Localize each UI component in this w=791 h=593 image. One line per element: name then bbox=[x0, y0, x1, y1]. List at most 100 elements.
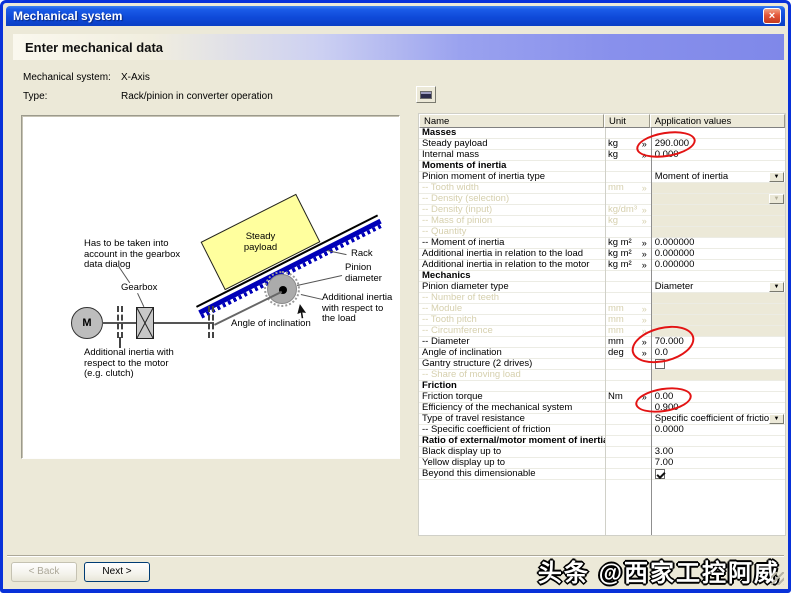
table-row: Pinion diameter typeDiameter▼ bbox=[419, 282, 785, 293]
row-unit bbox=[605, 194, 651, 204]
unit-select-button[interactable]: » bbox=[642, 348, 647, 358]
row-name: -- Quantity bbox=[419, 227, 605, 237]
value-field[interactable]: 0.000000 bbox=[655, 238, 695, 248]
column-header-application-values[interactable]: Application values bbox=[650, 114, 785, 128]
dropdown-field[interactable]: Specific coefficient of friction bbox=[655, 414, 775, 424]
dropdown-arrow-icon[interactable]: ▼ bbox=[769, 172, 784, 182]
row-value-cell: 0.900 bbox=[651, 403, 785, 413]
row-value-cell: Moment of inertia ▼ bbox=[651, 172, 785, 182]
row-unit bbox=[605, 293, 651, 303]
dropdown-field[interactable]: Moment of inertia bbox=[655, 172, 728, 182]
row-value-cell bbox=[651, 216, 785, 226]
row-value-cell bbox=[651, 469, 785, 479]
unit-text: kg m² bbox=[608, 260, 632, 270]
motor-letter: M bbox=[82, 317, 91, 329]
row-name: Ratio of external/motor moment of inerti… bbox=[419, 436, 605, 446]
value-field[interactable]: 0.000000 bbox=[655, 249, 695, 259]
row-unit bbox=[605, 447, 651, 457]
value-field[interactable]: 7.00 bbox=[655, 458, 674, 468]
value-field[interactable]: 0.0 bbox=[655, 348, 668, 358]
title-bar[interactable]: Mechanical system × bbox=[6, 6, 785, 26]
row-unit bbox=[605, 271, 651, 281]
unit-text: kg m² bbox=[608, 249, 632, 259]
row-name: Masses bbox=[419, 128, 605, 138]
screen-icon-button[interactable] bbox=[416, 86, 436, 103]
table-row: Pinion moment of inertia type Moment of i… bbox=[419, 172, 785, 183]
column-header-unit[interactable]: Unit bbox=[604, 114, 650, 128]
checkbox[interactable] bbox=[655, 359, 665, 369]
dropdown-arrow-icon[interactable]: ▼ bbox=[769, 282, 784, 292]
unit-select-button[interactable]: » bbox=[642, 249, 647, 259]
close-button[interactable]: × bbox=[763, 8, 781, 24]
unit-text: mm bbox=[608, 337, 624, 347]
row-unit bbox=[605, 469, 651, 479]
next-button[interactable]: Next > bbox=[84, 562, 150, 582]
table-row: Black display up to3.00 bbox=[419, 447, 785, 458]
table-row: Masses bbox=[419, 128, 785, 139]
table-row: Additional inertia in relation to the lo… bbox=[419, 249, 785, 260]
row-unit bbox=[605, 403, 651, 413]
value-field[interactable]: 0.000000 bbox=[655, 260, 695, 270]
coupling-motor-icon bbox=[117, 306, 123, 338]
table-row: Yellow display up to7.00 bbox=[419, 458, 785, 469]
value-field[interactable]: 70.000 bbox=[655, 337, 684, 347]
unit-select-button[interactable]: » bbox=[642, 260, 647, 270]
unit-select-button[interactable]: » bbox=[642, 238, 647, 248]
table-row: Additional inertia in relation to the mo… bbox=[419, 260, 785, 271]
leader-line bbox=[301, 294, 323, 300]
table-row: Mechanics bbox=[419, 271, 785, 282]
column-header-name[interactable]: Name bbox=[419, 114, 604, 128]
table-row: Type of travel resistanceSpecific coeffi… bbox=[419, 414, 785, 425]
row-name: Pinion moment of inertia type bbox=[419, 172, 605, 182]
value-field[interactable]: 290.000 bbox=[655, 139, 689, 149]
row-value-cell: 0.000 bbox=[651, 150, 785, 160]
row-value-cell: ▼ bbox=[651, 194, 785, 204]
value-field[interactable]: 0.00 bbox=[655, 392, 674, 402]
row-value-cell: 0.0000 bbox=[651, 425, 785, 435]
unit-select-button[interactable]: » bbox=[642, 392, 647, 402]
value-field[interactable]: 0.900 bbox=[655, 403, 679, 413]
mechanical-system-label: Mechanical system: bbox=[23, 72, 111, 83]
unit-select-button[interactable]: » bbox=[642, 139, 647, 149]
table-row: Gantry structure (2 drives) bbox=[419, 359, 785, 370]
row-unit: deg» bbox=[605, 348, 651, 358]
row-value-cell bbox=[651, 271, 785, 281]
row-unit bbox=[605, 425, 651, 435]
type-label: Type: bbox=[23, 91, 47, 102]
unit-select-button[interactable]: » bbox=[642, 150, 647, 160]
dropdown-arrow-icon[interactable]: ▼ bbox=[769, 414, 784, 424]
row-value-cell bbox=[651, 128, 785, 138]
value-field[interactable]: 0.0000 bbox=[655, 425, 684, 435]
table-row: -- Mass of pinionkg» bbox=[419, 216, 785, 227]
table-row: Steady payloadkg»290.000 bbox=[419, 139, 785, 150]
row-unit: mm» bbox=[605, 315, 651, 325]
unit-select-button[interactable]: » bbox=[642, 337, 647, 347]
dialog-window: Mechanical system × Enter mechanical dat… bbox=[0, 0, 791, 593]
row-value-cell: 7.00 bbox=[651, 458, 785, 468]
row-unit: mm» bbox=[605, 326, 651, 336]
dropdown-field[interactable]: Diameter bbox=[655, 282, 694, 292]
row-unit: kg m²» bbox=[605, 238, 651, 248]
unit-select-button: » bbox=[642, 183, 647, 193]
table-row: -- Modulemm» bbox=[419, 304, 785, 315]
row-value-cell bbox=[651, 381, 785, 391]
table-row: Ratio of external/motor moment of inerti… bbox=[419, 436, 785, 447]
row-unit: kg m² » bbox=[605, 249, 651, 259]
checkbox[interactable] bbox=[655, 469, 665, 479]
coupling-load-icon bbox=[208, 306, 214, 338]
table-row: -- Moment of inertiakg m²»0.000000 bbox=[419, 238, 785, 249]
row-name: -- Specific coefficient of friction bbox=[419, 425, 605, 435]
row-unit: kg» bbox=[605, 139, 651, 149]
motor-inertia-note: Additional inertia with respect to the m… bbox=[84, 348, 174, 380]
unit-text: kg/dm³ bbox=[608, 205, 637, 215]
row-value-cell bbox=[651, 293, 785, 303]
value-field[interactable]: 0.000 bbox=[655, 150, 679, 160]
resize-grip[interactable] bbox=[771, 572, 784, 585]
value-field[interactable]: 3.00 bbox=[655, 447, 674, 457]
row-name: -- Tooth width bbox=[419, 183, 605, 193]
row-name: -- Tooth pitch bbox=[419, 315, 605, 325]
table-row: Friction torqueNm»0.00 bbox=[419, 392, 785, 403]
mechanical-system-value: X-Axis bbox=[121, 72, 150, 83]
back-button[interactable]: < Back bbox=[11, 562, 77, 582]
unit-text: mm bbox=[608, 304, 624, 314]
